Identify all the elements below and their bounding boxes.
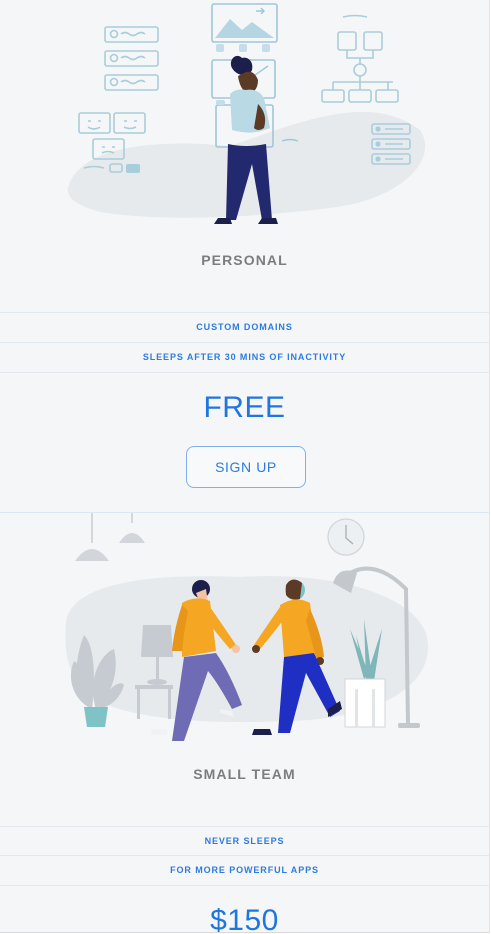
plan-title: SMALL TEAM [193,766,296,782]
plan-price: $150 [210,904,279,933]
feature-item: CUSTOM DOMAINS [0,312,489,342]
plan-price: FREE [203,391,286,424]
plan-card-small-team: SMALL TEAM NEVER SLEEPS FOR MORE POWERFU… [0,512,489,933]
personal-illustration [67,3,426,224]
pricing-page: PERSONAL CUSTOM DOMAINS SLEEPS AFTER 30 … [0,0,490,933]
feature-item: NEVER SLEEPS [0,826,489,856]
sign-up-button[interactable]: SIGN UP [186,446,306,488]
feature-item: FOR MORE POWERFUL APPS [0,855,489,886]
small-team-illustration [65,513,429,741]
feature-item: SLEEPS AFTER 30 MINS OF INACTIVITY [0,342,489,373]
plan-title: PERSONAL [201,252,288,268]
plan-card-personal: PERSONAL CUSTOM DOMAINS SLEEPS AFTER 30 … [0,0,489,512]
